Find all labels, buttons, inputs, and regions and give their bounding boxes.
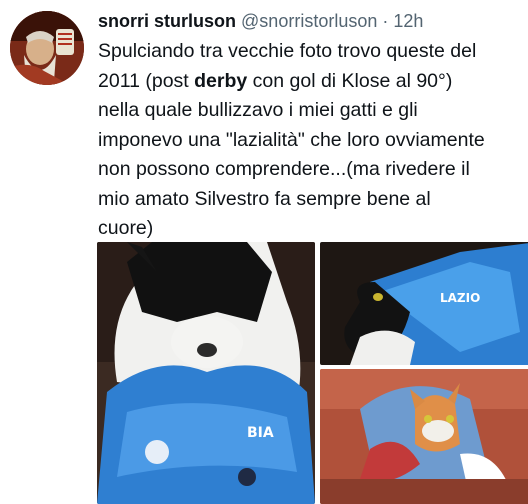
hashtag-derby[interactable]: derby [194, 70, 247, 92]
photo-orange-cat-scarf[interactable] [320, 369, 528, 504]
tweet-header: snorri sturluson @snorristorluson · 12h [98, 9, 528, 33]
author-handle[interactable]: @snorristorluson [241, 11, 377, 31]
photo-cat-scarf[interactable]: BIA [97, 242, 315, 504]
header-separator: · [382, 11, 389, 31]
tweet-line: 2011 (post [98, 69, 195, 92]
tweet-line: non possono comprendere...(ma rivedere i… [98, 158, 470, 180]
tweet-line: Spulciando tra vecchie foto trovo queste… [98, 40, 477, 62]
tweet-text: Spulciando tra vecchie foto trovo queste… [98, 37, 528, 244]
author-avatar[interactable] [10, 11, 84, 85]
tweet-line: imponevo una "lazialità" che loro ovviam… [98, 128, 485, 151]
svg-text:LAZIO: LAZIO [440, 291, 480, 305]
tweet-line: nella quale bullizzavo i miei gatti e gl… [98, 99, 418, 121]
tweet-line: cuore) [98, 217, 154, 239]
photo-cat-scarf-head[interactable]: LAZIO [320, 242, 528, 365]
tweet-media-grid: BIA LAZIO [97, 242, 528, 504]
svg-text:BIA: BIA [247, 425, 274, 441]
tweet-line: con gol di Klose al 90°) [247, 69, 453, 92]
author-display-name[interactable]: snorri sturluson [98, 11, 236, 31]
tweet-timestamp[interactable]: 12h [393, 11, 423, 31]
tweet-line: mio amato Silvestro fa sempre bene al [98, 187, 431, 210]
